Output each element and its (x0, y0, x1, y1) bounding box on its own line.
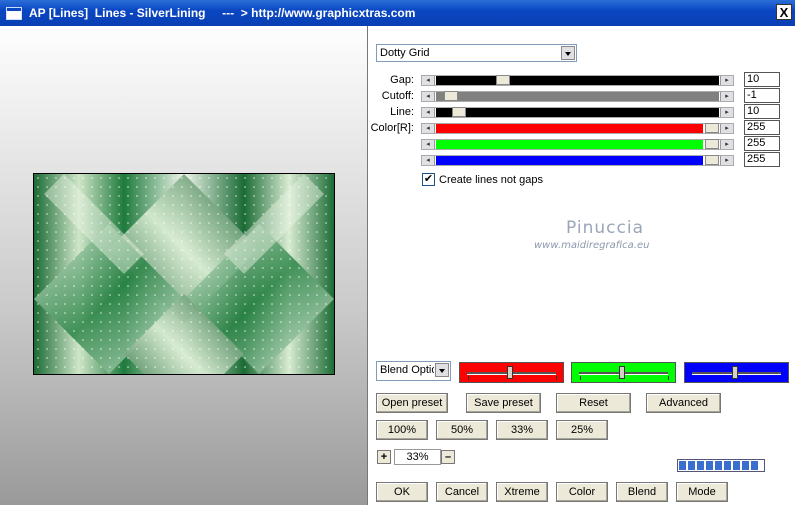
color-r-value[interactable]: 255 (744, 120, 780, 135)
mode-button[interactable]: Mode (676, 482, 728, 502)
progress-block (733, 461, 740, 470)
tick-mark (668, 376, 669, 380)
progress-block (715, 461, 722, 470)
reset-button[interactable]: Reset (556, 393, 631, 413)
progress-block (679, 461, 686, 470)
gap-label: Gap: (390, 74, 414, 86)
zoom-level: 33% (394, 449, 441, 465)
cutoff-value[interactable]: -1 (744, 88, 780, 103)
title-bar: AP [Lines] Lines - SilverLining --- > ht… (0, 0, 795, 26)
cutoff-track[interactable] (436, 92, 719, 101)
gap-thumb[interactable] (496, 75, 510, 85)
scroll-right-icon[interactable]: ▸ (720, 92, 733, 101)
progress-block (706, 461, 713, 470)
open-preset-button[interactable]: Open preset (376, 393, 448, 413)
tick-mark (468, 376, 469, 380)
color-g-value[interactable]: 255 (744, 136, 780, 151)
zoom-100-button[interactable]: 100% (376, 420, 428, 440)
green-channel-slider[interactable] (571, 362, 676, 383)
tick-mark (556, 376, 557, 380)
blend-options-select[interactable]: Blend Optio (376, 361, 451, 381)
gap-track[interactable] (436, 76, 719, 85)
ok-button[interactable]: OK (376, 482, 428, 502)
create-lines-checkbox[interactable]: ✔ (422, 173, 435, 186)
progress-block (724, 461, 731, 470)
window-title: AP [Lines] Lines - SilverLining --- > ht… (29, 6, 416, 20)
progress-block (688, 461, 695, 470)
save-preset-button[interactable]: Save preset (466, 393, 541, 413)
color-b-track[interactable] (436, 156, 703, 165)
scroll-left-icon[interactable]: ◂ (422, 140, 435, 149)
progress-block (751, 461, 758, 470)
cutoff-thumb[interactable] (444, 91, 458, 101)
progress-block (697, 461, 704, 470)
watermark-site: www.maidiregrafica.eu (534, 240, 650, 251)
preview-graphic (34, 174, 334, 374)
slider-knob[interactable] (732, 366, 738, 379)
gap-slider[interactable]: ◂ ▸ (421, 75, 734, 86)
color-button[interactable]: Color (556, 482, 608, 502)
chevron-down-icon[interactable] (435, 363, 449, 377)
color-b-thumb[interactable] (705, 155, 719, 165)
scroll-right-icon[interactable]: ▸ (720, 108, 733, 117)
cutoff-slider[interactable]: ◂ ▸ (421, 91, 734, 102)
scroll-left-icon[interactable]: ◂ (422, 124, 435, 133)
color-r-label: Color[R]: (370, 122, 414, 134)
preview-image (33, 173, 335, 375)
scroll-right-icon[interactable]: ▸ (720, 76, 733, 85)
progress-indicator (677, 459, 765, 472)
color-r-track[interactable] (436, 124, 703, 133)
tick-mark (580, 376, 581, 380)
scroll-right-icon[interactable]: ▸ (720, 140, 733, 149)
preset-select[interactable]: Dotty Grid (376, 44, 577, 62)
zoom-25-button[interactable]: 25% (556, 420, 608, 440)
color-b-value[interactable]: 255 (744, 152, 780, 167)
gap-value[interactable]: 10 (744, 72, 780, 87)
zoom-out-button[interactable]: – (441, 450, 455, 464)
line-slider[interactable]: ◂ ▸ (421, 107, 734, 118)
blue-channel-slider[interactable] (684, 362, 789, 383)
xtreme-button[interactable]: Xtreme (496, 482, 548, 502)
color-b-slider[interactable]: ◂ ▸ (421, 155, 734, 166)
scroll-left-icon[interactable]: ◂ (422, 156, 435, 165)
cancel-button[interactable]: Cancel (436, 482, 488, 502)
zoom-33-button[interactable]: 33% (496, 420, 548, 440)
progress-block (742, 461, 749, 470)
slider-knob[interactable] (507, 366, 513, 379)
scroll-left-icon[interactable]: ◂ (422, 92, 435, 101)
scroll-left-icon[interactable]: ◂ (422, 76, 435, 85)
color-r-thumb[interactable] (705, 123, 719, 133)
scroll-right-icon[interactable]: ▸ (720, 124, 733, 133)
blend-options-value: Blend Optio (380, 364, 434, 376)
color-g-track[interactable] (436, 140, 703, 149)
preset-select-value: Dotty Grid (380, 47, 430, 59)
line-thumb[interactable] (452, 107, 466, 117)
create-lines-label: Create lines not gaps (439, 174, 543, 186)
color-r-slider[interactable]: ◂ ▸ (421, 123, 734, 134)
line-label: Line: (390, 106, 414, 118)
zoom-in-button[interactable]: + (377, 450, 391, 464)
chevron-down-icon[interactable] (561, 46, 575, 60)
window-icon (6, 7, 22, 20)
line-track[interactable] (436, 108, 719, 117)
red-channel-slider[interactable] (459, 362, 564, 383)
line-value[interactable]: 10 (744, 104, 780, 119)
zoom-50-button[interactable]: 50% (436, 420, 488, 440)
scroll-right-icon[interactable]: ▸ (720, 156, 733, 165)
advanced-button[interactable]: Advanced (646, 393, 721, 413)
close-button[interactable]: X (776, 4, 792, 20)
blend-button[interactable]: Blend (616, 482, 668, 502)
watermark-name: Pinuccia (566, 218, 644, 238)
slider-knob[interactable] (619, 366, 625, 379)
color-g-thumb[interactable] (705, 139, 719, 149)
cutoff-label: Cutoff: (381, 90, 414, 102)
color-g-slider[interactable]: ◂ ▸ (421, 139, 734, 150)
scroll-left-icon[interactable]: ◂ (422, 108, 435, 117)
